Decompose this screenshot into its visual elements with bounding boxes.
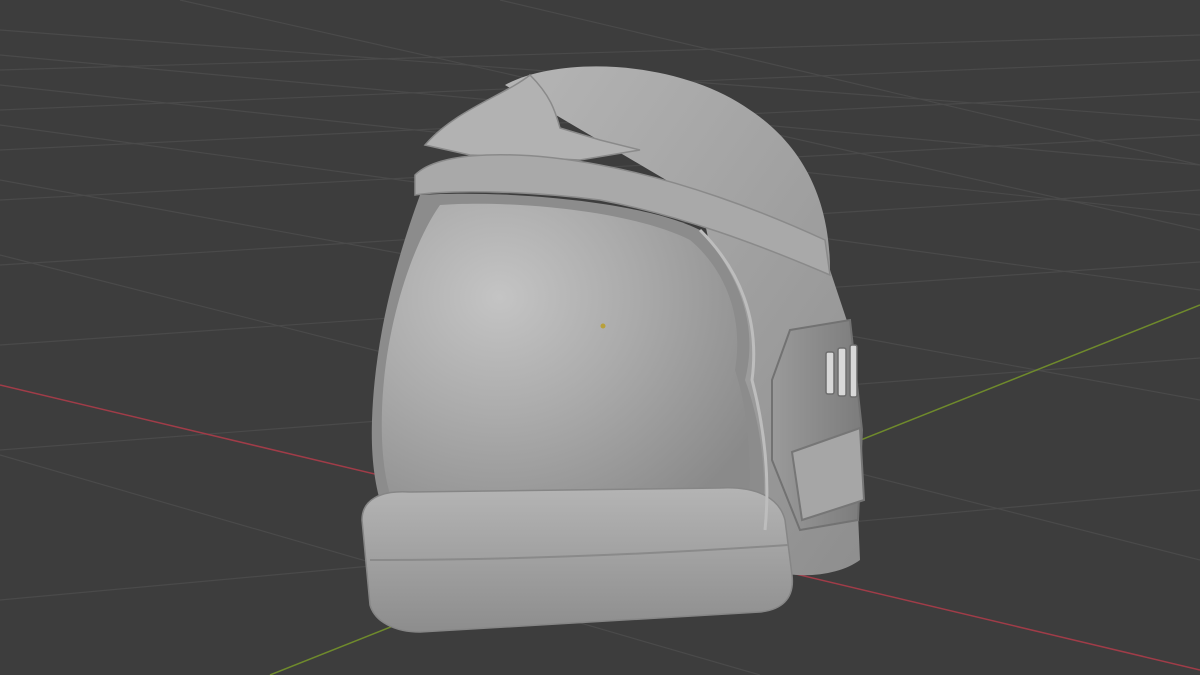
side-vent — [825, 344, 858, 398]
3d-viewport[interactable] — [0, 0, 1200, 675]
object-origin-dot — [600, 323, 606, 329]
